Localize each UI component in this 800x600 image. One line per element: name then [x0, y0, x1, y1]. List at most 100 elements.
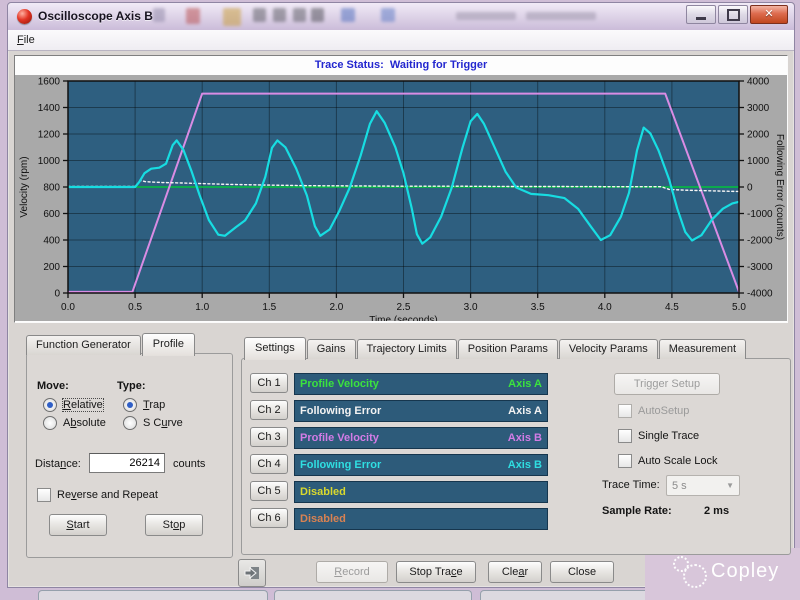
ch3-bar: Profile Velocity Axis B	[294, 427, 548, 449]
svg-text:0.0: 0.0	[61, 302, 75, 313]
clear-button[interactable]: Clear	[488, 561, 542, 583]
trace-time-label: Trace Time:	[602, 479, 660, 491]
ghost-icon	[253, 8, 266, 22]
svg-text:800: 800	[43, 183, 60, 194]
ch3-axis: Axis B	[508, 432, 542, 444]
trace-status-bar: Trace Status: Waiting for Trigger	[15, 56, 787, 74]
svg-text:4.0: 4.0	[598, 302, 612, 313]
radio-scurve[interactable]: S Curve	[123, 416, 183, 430]
trace-time-dropdown[interactable]: 5 s ▼	[666, 475, 740, 496]
ch3-signal: Profile Velocity	[300, 432, 379, 444]
ghost-icon	[293, 8, 306, 22]
maximize-icon	[727, 9, 740, 21]
ch6-button[interactable]: Ch 6	[250, 508, 288, 528]
svg-text:1.5: 1.5	[262, 302, 276, 313]
radio-absolute-label: Absolute	[63, 417, 106, 429]
tab-velocity-params[interactable]: Velocity Params	[559, 339, 658, 359]
reverse-repeat-label: Reverse and Repeat	[57, 489, 158, 501]
ch1-button[interactable]: Ch 1	[250, 373, 288, 393]
title-bar[interactable]: Oscilloscope Axis B ✕	[8, 3, 794, 31]
brand-text: Copley	[711, 560, 779, 583]
close-button[interactable]: ✕	[750, 5, 788, 24]
auto-scale-lock-label: Auto Scale Lock	[638, 455, 718, 467]
window-controls: ✕	[686, 5, 788, 24]
ghost-icon	[273, 8, 286, 22]
desktop: Oscilloscope Axis B ✕ Fil	[0, 0, 800, 600]
ghost-icon	[153, 8, 165, 22]
start-button[interactable]: Start	[49, 514, 107, 536]
tab-function-generator[interactable]: Function Generator	[26, 335, 141, 355]
ch6-signal: Disabled	[300, 513, 346, 525]
ch5-button[interactable]: Ch 5	[250, 481, 288, 501]
stop-trace-button[interactable]: Stop Trace	[396, 561, 476, 583]
record-button[interactable]: Record	[316, 561, 388, 583]
svg-text:400: 400	[43, 236, 60, 247]
autosetup-checkbox[interactable]: AutoSetup	[618, 404, 689, 418]
svg-text:Time (seconds): Time (seconds)	[369, 315, 438, 321]
background-groupbox	[38, 590, 268, 600]
autosetup-label: AutoSetup	[638, 405, 689, 417]
profile-panel: Move: Type: Relative Absolute Trap S Cur…	[26, 353, 233, 558]
single-trace-label: Single Trace	[638, 430, 699, 442]
ch2-bar: Following Error Axis A	[294, 400, 548, 422]
dock-button[interactable]	[238, 559, 266, 587]
radio-trap-label: Trap	[143, 399, 165, 411]
oscilloscope-chart: 0.00.51.01.52.02.53.03.54.04.55.00200400…	[15, 75, 787, 321]
ch6-bar: Disabled	[294, 508, 548, 530]
ch3-button[interactable]: Ch 3	[250, 427, 288, 447]
svg-text:1200: 1200	[38, 130, 61, 141]
radio-relative-label: Relative	[63, 399, 103, 411]
svg-text:3000: 3000	[747, 103, 770, 114]
tab-profile[interactable]: Profile	[142, 333, 195, 356]
close-dialog-button[interactable]: Close	[550, 561, 614, 583]
distance-units: counts	[173, 458, 205, 470]
radio-relative[interactable]: Relative	[43, 398, 103, 412]
distance-input[interactable]	[89, 453, 165, 473]
tab-trajectory-limits[interactable]: Trajectory Limits	[357, 339, 457, 359]
svg-text:Following Error (counts): Following Error (counts)	[774, 134, 785, 240]
svg-text:3.5: 3.5	[531, 302, 545, 313]
single-trace-checkbox[interactable]: Single Trace	[618, 429, 699, 443]
radio-trap[interactable]: Trap	[123, 398, 165, 412]
svg-text:1600: 1600	[38, 77, 61, 88]
ch4-button[interactable]: Ch 4	[250, 454, 288, 474]
channel-row: Ch 2 Following Error Axis A	[242, 400, 790, 420]
auto-scale-lock-checkbox[interactable]: Auto Scale Lock	[618, 454, 718, 468]
radio-icon	[123, 398, 137, 412]
move-label: Move:	[37, 380, 69, 392]
stop-button[interactable]: Stop	[145, 514, 203, 536]
reverse-repeat-checkbox[interactable]: Reverse and Repeat	[37, 488, 158, 502]
watermark-area: Copley	[645, 548, 800, 600]
svg-text:5.0: 5.0	[732, 302, 746, 313]
ch2-axis: Axis A	[508, 405, 542, 417]
ghost-icon	[526, 12, 596, 20]
trace-time-value: 5 s	[672, 480, 687, 492]
radio-absolute[interactable]: Absolute	[43, 416, 106, 430]
close-icon: ✕	[764, 9, 773, 20]
ch5-bar: Disabled	[294, 481, 548, 503]
menu-bar: File	[8, 30, 794, 51]
radio-icon	[123, 416, 137, 430]
checkbox-icon	[37, 488, 51, 502]
settings-panel: Ch 1 Profile Velocity Axis A Ch 2 Follow…	[241, 358, 791, 555]
ghost-icon	[381, 8, 395, 22]
tab-position-params[interactable]: Position Params	[458, 339, 558, 359]
menu-file[interactable]: File	[8, 31, 44, 49]
svg-text:-4000: -4000	[747, 289, 773, 300]
tab-settings[interactable]: Settings	[244, 337, 306, 360]
minimize-icon	[696, 17, 706, 20]
tab-gains[interactable]: Gains	[307, 339, 356, 359]
maximize-button[interactable]	[718, 5, 748, 24]
background-groupbox	[274, 590, 472, 600]
svg-text:0: 0	[747, 183, 753, 194]
tab-measurement[interactable]: Measurement	[659, 339, 746, 359]
chart-svg: 0.00.51.01.52.02.53.03.54.04.55.00200400…	[15, 75, 787, 321]
svg-text:-3000: -3000	[747, 262, 773, 273]
minimize-button[interactable]	[686, 5, 716, 24]
ch2-button[interactable]: Ch 2	[250, 400, 288, 420]
ghost-icon	[311, 8, 324, 22]
copley-logo-icon	[683, 564, 707, 588]
ch1-signal: Profile Velocity	[300, 378, 379, 390]
right-tab-row: Settings Gains Trajectory Limits Positio…	[244, 336, 747, 358]
trigger-setup-button[interactable]: Trigger Setup	[614, 373, 720, 395]
